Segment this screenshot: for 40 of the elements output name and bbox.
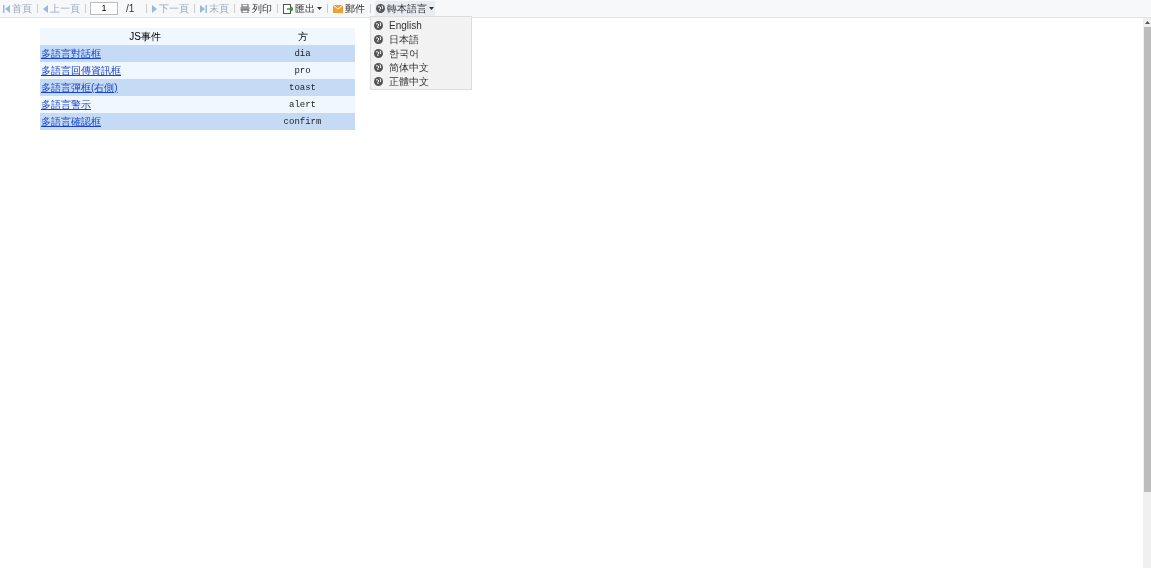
caret-icon bbox=[429, 7, 435, 10]
language-option[interactable]: 日本語 bbox=[371, 32, 471, 46]
event-link[interactable]: 多語言確認框 bbox=[41, 116, 101, 127]
language-option[interactable]: English bbox=[371, 18, 471, 32]
first-page-icon bbox=[3, 4, 10, 13]
globe-icon bbox=[374, 48, 383, 58]
event-link[interactable]: 多語言警示 bbox=[41, 99, 91, 110]
globe-icon bbox=[374, 20, 383, 30]
language-option[interactable]: 한국어 bbox=[371, 46, 471, 60]
scrollbar[interactable] bbox=[1143, 18, 1151, 568]
method-name: alert bbox=[289, 100, 316, 111]
toolbar-button[interactable]: 列印 bbox=[239, 1, 274, 16]
globe-icon bbox=[374, 76, 383, 86]
globe-icon bbox=[374, 34, 383, 44]
last-page-icon bbox=[200, 4, 208, 13]
menu-button[interactable]: 轉本語言 bbox=[375, 1, 436, 16]
method-name: confirm bbox=[283, 117, 322, 128]
method-name: toast bbox=[289, 83, 316, 94]
method-name: dia bbox=[294, 49, 311, 60]
method-name: pro bbox=[294, 66, 311, 77]
page-total: /1 bbox=[126, 2, 135, 16]
column-header: 方 bbox=[297, 31, 308, 42]
caret-icon bbox=[317, 7, 323, 10]
export-icon bbox=[283, 3, 294, 14]
right-triangle-icon bbox=[152, 4, 158, 13]
event-link[interactable]: 多語言彈框(右側) bbox=[41, 82, 118, 93]
printer-icon bbox=[240, 4, 251, 13]
page-number-field[interactable]: 1 bbox=[90, 2, 118, 15]
menu-button[interactable]: 匯出 bbox=[282, 1, 324, 16]
envelope-icon bbox=[333, 4, 344, 13]
event-link[interactable]: 多語言對話框 bbox=[41, 48, 101, 59]
scroll-up-icon[interactable] bbox=[1144, 21, 1150, 24]
language-option[interactable]: 简体中文 bbox=[371, 60, 471, 74]
column-header: JS事件 bbox=[129, 31, 161, 42]
language-option[interactable]: 正體中文 bbox=[371, 74, 471, 88]
toolbar-button[interactable]: 郵件 bbox=[332, 1, 367, 16]
event-link[interactable]: 多語言回傳資訊框 bbox=[41, 65, 121, 76]
left-triangle-icon bbox=[43, 4, 48, 13]
globe-icon bbox=[376, 4, 386, 13]
globe-icon bbox=[374, 62, 383, 72]
